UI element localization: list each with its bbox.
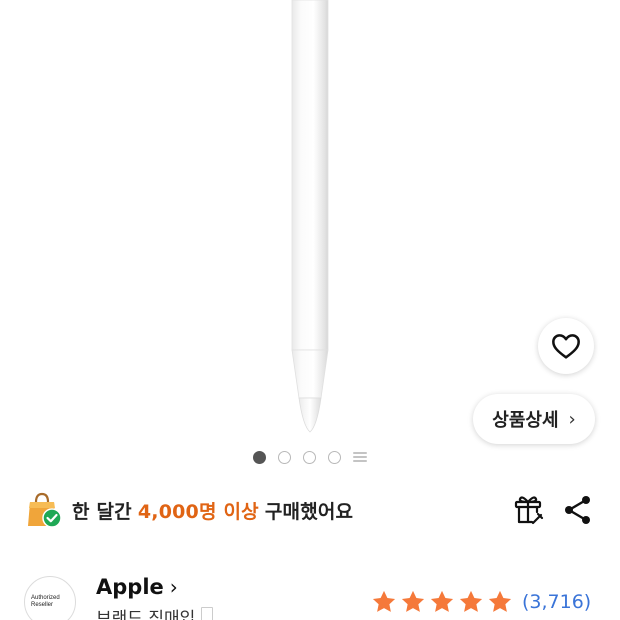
star-icon	[401, 590, 425, 612]
authorized-reseller-badge: Authorized Reseller	[24, 576, 76, 620]
star-icon	[488, 590, 512, 612]
star-icon	[372, 590, 396, 612]
star-icon	[430, 590, 454, 612]
shopping-bag-check-icon	[28, 492, 62, 528]
brand-subtitle-row: 브랜드 직매입	[96, 604, 214, 620]
pagination-dot-active[interactable]	[253, 450, 266, 464]
chevron-right-icon: ›	[169, 575, 178, 599]
badge-text-authorized: Authorized	[31, 594, 60, 601]
product-image-gallery[interactable]: 상품상세 ›	[0, 0, 620, 470]
social-proof-prefix: 한 달간	[72, 500, 132, 523]
product-detail-button[interactable]: 상품상세 ›	[473, 394, 595, 444]
rating-summary[interactable]: (3,716)	[370, 588, 591, 616]
product-detail-label: 상품상세	[492, 410, 559, 431]
brand-link[interactable]: Apple ›	[96, 575, 178, 599]
purchase-social-proof: 한 달간 4,000명 이상 구매했어요	[24, 488, 596, 532]
social-proof-highlight: 4,000명 이상	[137, 500, 259, 523]
brand-section: Authorized Reseller Apple › 브랜드 직매입 (3,7…	[24, 574, 596, 620]
pagination-dot[interactable]	[303, 450, 316, 464]
star-icon	[459, 590, 483, 612]
heart-outline-icon	[552, 334, 580, 359]
product-image-apple-pencil	[291, 0, 329, 433]
brand-name: Apple	[96, 575, 164, 599]
badge-text-reseller: Reseller	[31, 602, 54, 608]
gallery-pagination	[253, 450, 367, 464]
social-proof-suffix: 구매했어요	[264, 500, 354, 523]
pagination-more-icon[interactable]	[353, 450, 367, 464]
brand-subtitle: 브랜드 직매입	[96, 609, 196, 620]
gift-icon[interactable]	[510, 492, 546, 528]
share-icon[interactable]	[560, 492, 596, 528]
star-rating	[370, 588, 515, 616]
review-count[interactable]: (3,716)	[522, 591, 591, 613]
pagination-dot[interactable]	[328, 450, 341, 464]
chevron-right-icon: ›	[568, 408, 576, 430]
pagination-dot[interactable]	[278, 450, 291, 464]
wishlist-button[interactable]	[538, 318, 594, 374]
document-icon	[201, 607, 214, 620]
